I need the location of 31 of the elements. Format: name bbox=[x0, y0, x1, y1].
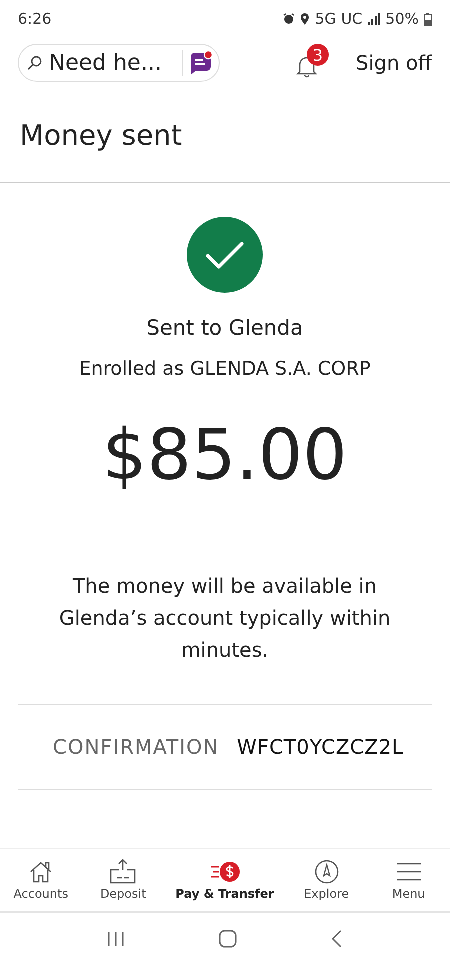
confirmation-label: CONFIRMATION bbox=[53, 735, 220, 759]
alarm-icon bbox=[283, 13, 296, 25]
confirmation-number: WFCT0YCZCZ2L bbox=[237, 735, 404, 759]
sign-off-link[interactable]: Sign off bbox=[356, 51, 432, 75]
nav-tab[interactable]: Explore bbox=[296, 859, 357, 901]
search-icon bbox=[27, 55, 43, 71]
home-icon[interactable] bbox=[219, 930, 237, 948]
nav-tab[interactable]: Accounts bbox=[11, 859, 72, 901]
page-title: Money sent bbox=[0, 88, 450, 183]
search-field[interactable]: Need he... bbox=[18, 44, 220, 82]
signal-icon bbox=[368, 13, 381, 25]
battery-icon bbox=[424, 12, 432, 26]
success-check-icon bbox=[186, 216, 264, 294]
dollar-transfer-icon bbox=[210, 859, 240, 885]
amount-text: $85.00 bbox=[102, 413, 348, 498]
notification-badge: 3 bbox=[307, 44, 329, 66]
nav-tab[interactable]: Pay & Transfer bbox=[176, 859, 274, 901]
battery-percent: 50% bbox=[386, 10, 419, 28]
availability-message: The money will be available in Glenda’s account typically within minutes. bbox=[58, 573, 392, 664]
nav-tab[interactable]: Menu bbox=[378, 859, 439, 901]
recent-apps-icon[interactable] bbox=[107, 931, 125, 947]
network-label: 5G UC bbox=[315, 10, 363, 28]
deposit-icon bbox=[109, 859, 138, 885]
nav-tab[interactable]: Deposit bbox=[93, 859, 154, 901]
location-icon bbox=[300, 12, 310, 26]
enrolled-text: Enrolled as GLENDA S.A. CORP bbox=[79, 358, 371, 380]
status-time: 6:26 bbox=[18, 10, 52, 28]
recipient-text: Sent to Glenda bbox=[146, 316, 304, 340]
chat-assistant-icon[interactable] bbox=[188, 50, 214, 76]
back-icon[interactable] bbox=[331, 930, 343, 948]
compass-icon bbox=[314, 859, 340, 885]
